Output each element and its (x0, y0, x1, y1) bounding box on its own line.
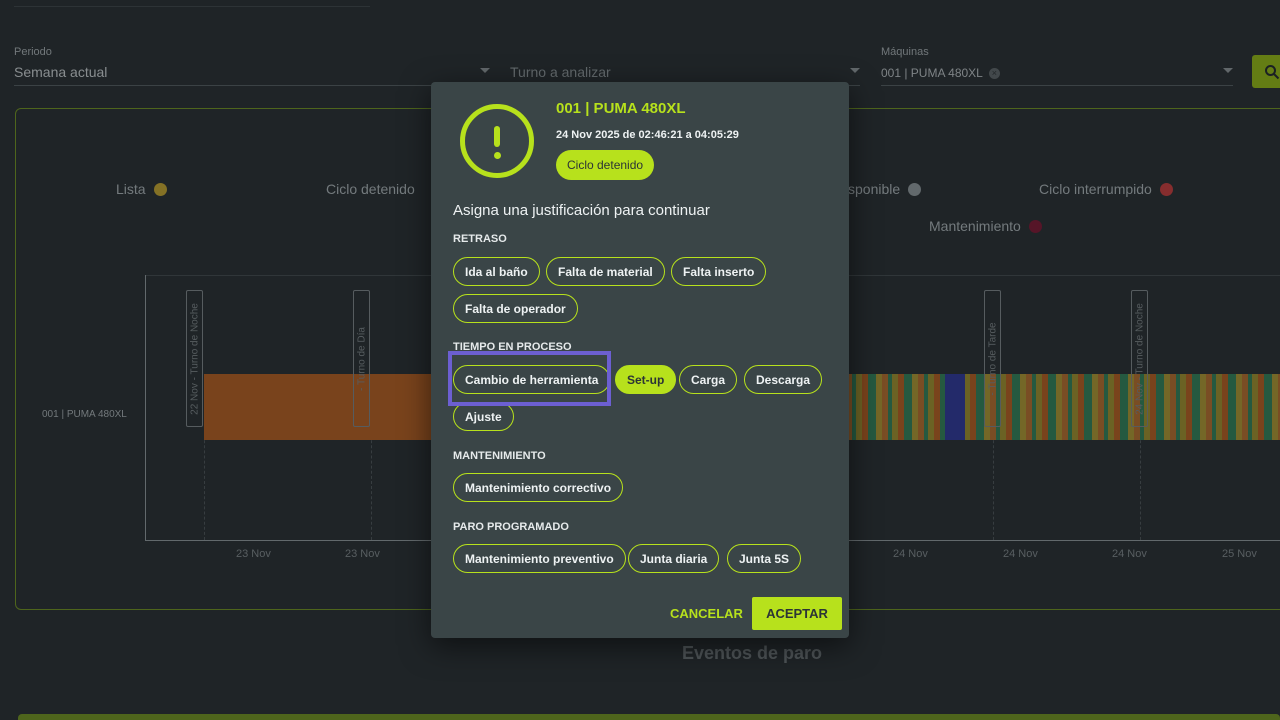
status-badge: Ciclo detenido (556, 150, 655, 180)
justification-dialog: 001 | PUMA 480XL 24 Nov 2025 de 02:46:21… (431, 82, 849, 638)
option-chip[interactable]: Falta de operador (453, 294, 578, 323)
option-chip[interactable]: Junta diaria (628, 544, 720, 573)
option-chip[interactable]: Junta 5S (727, 544, 802, 573)
option-chip[interactable]: Falta inserto (671, 257, 767, 286)
category-title-paro: PARO PROGRAMADO (453, 521, 569, 533)
dialog-heading: Asigna una justificación para continuar (453, 202, 710, 219)
option-chip[interactable]: Carga (679, 365, 738, 394)
cancel-button[interactable]: CANCELAR (670, 606, 743, 621)
option-chip[interactable]: Falta de material (546, 257, 665, 286)
category-title-mantenimiento: MANTENIMIENTO (453, 450, 546, 462)
focus-highlight (448, 351, 611, 406)
option-chip-selected[interactable]: Set-up (615, 365, 677, 394)
option-chip[interactable]: Ida al baño (453, 257, 540, 286)
option-chip[interactable]: Ajuste (453, 402, 514, 431)
category-title-retraso: RETRASO (453, 233, 507, 245)
option-chip[interactable]: Mantenimiento correctivo (453, 473, 624, 502)
accept-button[interactable]: ACEPTAR (752, 597, 842, 630)
dialog-machine-title: 001 | PUMA 480XL (556, 100, 686, 117)
dialog-date-range: 24 Nov 2025 de 02:46:21 a 04:05:29 (556, 129, 739, 141)
option-chip[interactable]: Descarga (744, 365, 823, 394)
option-chip[interactable]: Mantenimiento preventivo (453, 544, 626, 573)
warning-icon (460, 104, 534, 178)
